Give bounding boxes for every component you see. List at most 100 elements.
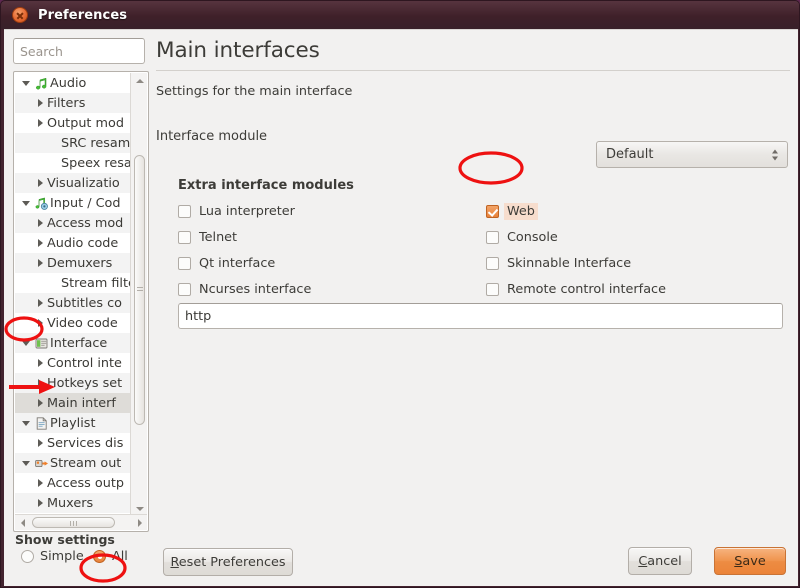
sidebar-item-label: Speex resar [61, 156, 131, 171]
expander-closed-icon[interactable] [33, 239, 47, 247]
checkbox-console[interactable]: Console [486, 224, 558, 250]
sidebar-item[interactable]: Muxers [15, 493, 131, 513]
checkbox-unchecked-icon[interactable] [178, 283, 191, 296]
expander-open-icon[interactable] [19, 201, 33, 206]
expander-closed-icon[interactable] [33, 499, 47, 507]
checkbox-label: Remote control interface [507, 282, 666, 297]
sidebar-item[interactable]: Speex resar [15, 153, 131, 173]
expander-closed-icon[interactable] [33, 399, 47, 407]
playlist-icon-wrap [33, 417, 50, 430]
expander-open-icon[interactable] [19, 341, 33, 346]
sidebar-item-label: Subtitles co [47, 296, 122, 311]
tree-horizontal-scroll-thumb[interactable] [32, 517, 115, 528]
sidebar-item[interactable]: Access outp [15, 473, 131, 493]
sidebar-item[interactable]: Interface [15, 333, 131, 353]
preferences-window: Preferences Audio Filters Output modSRC re… [0, 0, 800, 588]
sidebar-item-label: Visualizatio [47, 176, 120, 191]
expander-open-icon[interactable] [19, 461, 33, 466]
sidebar-item[interactable]: SRC resamp [15, 133, 131, 153]
titlebar[interactable]: Preferences [1, 1, 800, 29]
scroll-up-icon[interactable] [131, 73, 148, 88]
expander-closed-icon[interactable] [33, 299, 47, 307]
checkbox-unchecked-icon[interactable] [486, 283, 499, 296]
checkbox-lua-interpreter[interactable]: Lua interpreter [178, 198, 486, 224]
sidebar-item-label: Stream filte [61, 276, 131, 291]
expander-closed-icon[interactable] [33, 379, 47, 387]
expander-closed-icon[interactable] [33, 359, 47, 367]
save-button[interactable]: Save [714, 547, 786, 575]
sidebar-item[interactable]: Hotkeys set [15, 373, 131, 393]
radio-show-simple[interactable]: Simple [21, 549, 84, 564]
expander-closed-icon[interactable] [33, 99, 47, 107]
checkbox-qt-interface[interactable]: Qt interface [178, 250, 486, 276]
expander-open-icon[interactable] [19, 421, 33, 426]
close-icon[interactable] [12, 7, 28, 23]
checkbox-unchecked-icon[interactable] [486, 257, 499, 270]
checkbox-unchecked-icon[interactable] [178, 205, 191, 218]
tree-vertical-scrollbar[interactable] [130, 73, 147, 516]
checkbox-telnet[interactable]: Telnet [178, 224, 486, 250]
sidebar-item[interactable]: Services dis [15, 433, 131, 453]
sidebar-item[interactable]: Access mod [15, 213, 131, 233]
sidebar-item[interactable]: Stream out [15, 453, 131, 473]
checkbox-skinnable-interface[interactable]: Skinnable Interface [486, 250, 631, 276]
sidebar-item-label: Access mod [47, 216, 123, 231]
sidebar-item[interactable]: Filters [15, 93, 131, 113]
sidebar-item-label: Audio code [47, 236, 118, 251]
extra-modules-input[interactable] [178, 303, 783, 329]
sidebar-item[interactable]: Audio [15, 73, 131, 93]
sidebar-item[interactable]: Visualizatio [15, 173, 131, 193]
checkbox-checked-icon[interactable] [486, 205, 499, 218]
radio-all-indicator[interactable] [93, 550, 106, 563]
sidebar-item[interactable]: Input / Cod [15, 193, 131, 213]
sidebar-item[interactable]: Audio code [15, 233, 131, 253]
checkbox-label: Console [507, 230, 558, 245]
checkbox-row: Telnet Console [178, 224, 790, 250]
sidebar-item[interactable]: Subtitles co [15, 293, 131, 313]
checkbox-unchecked-icon[interactable] [178, 257, 191, 270]
sidebar-item[interactable]: Demuxers [15, 253, 131, 273]
expander-closed-icon[interactable] [33, 319, 47, 327]
expander-open-icon[interactable] [19, 81, 33, 86]
sidebar-item-label: Main interf [47, 396, 116, 411]
checkbox-row: Qt interfaceSkinnable Interface [178, 250, 790, 276]
checkbox-label: Web [504, 203, 538, 220]
expander-closed-icon[interactable] [33, 479, 47, 487]
tree-vertical-scroll-thumb[interactable] [134, 155, 145, 425]
chevron-updown-icon[interactable] [772, 149, 778, 160]
radio-simple-indicator[interactable] [21, 550, 34, 563]
expander-closed-icon[interactable] [33, 439, 47, 447]
checkbox-unchecked-icon[interactable] [178, 231, 191, 244]
sidebar-item[interactable]: Playlist [15, 413, 131, 433]
checkbox-remote-control-interface[interactable]: Remote control interface [486, 276, 666, 302]
sidebar-item-label: Filters [47, 96, 85, 111]
search-input[interactable] [13, 38, 145, 64]
sidebar-item[interactable]: Video code [15, 313, 131, 333]
sidebar-item-selected[interactable]: Main interf [15, 393, 131, 413]
sidebar-item[interactable]: Output mod [15, 113, 131, 133]
sidebar-item[interactable]: Control inte [15, 353, 131, 373]
expander-closed-icon[interactable] [33, 119, 47, 127]
expander-closed-icon[interactable] [33, 179, 47, 187]
cancel-button[interactable]: Cancel [628, 547, 692, 575]
main-content: Main interfaces Settings for the main in… [156, 38, 790, 532]
sidebar-item-label: Access outp [47, 476, 124, 491]
expander-closed-icon[interactable] [33, 219, 47, 227]
checkbox-unchecked-icon[interactable] [486, 231, 499, 244]
scroll-right-icon[interactable] [132, 515, 147, 530]
page-title: Main interfaces [156, 38, 790, 63]
reset-label: eset Preferences [179, 555, 286, 570]
tree-horizontal-scrollbar[interactable] [15, 514, 147, 530]
sidebar-item[interactable]: Stream filte [15, 273, 131, 293]
extra-modules-heading: Extra interface modules [178, 178, 354, 193]
settings-tree[interactable]: Audio Filters Output modSRC resamp Speex re… [13, 71, 149, 532]
interface-icon-wrap [33, 337, 50, 350]
radio-show-all[interactable]: All [93, 549, 128, 564]
interface-module-dropdown[interactable]: Default [596, 141, 788, 168]
scroll-left-icon[interactable] [15, 515, 30, 530]
expander-closed-icon[interactable] [33, 259, 47, 267]
reset-preferences-button[interactable]: Reset Preferences [163, 548, 293, 576]
show-settings-label: Show settings [15, 532, 115, 547]
checkbox-web[interactable]: Web [486, 198, 535, 224]
checkbox-ncurses-interface[interactable]: Ncurses interface [178, 276, 486, 302]
